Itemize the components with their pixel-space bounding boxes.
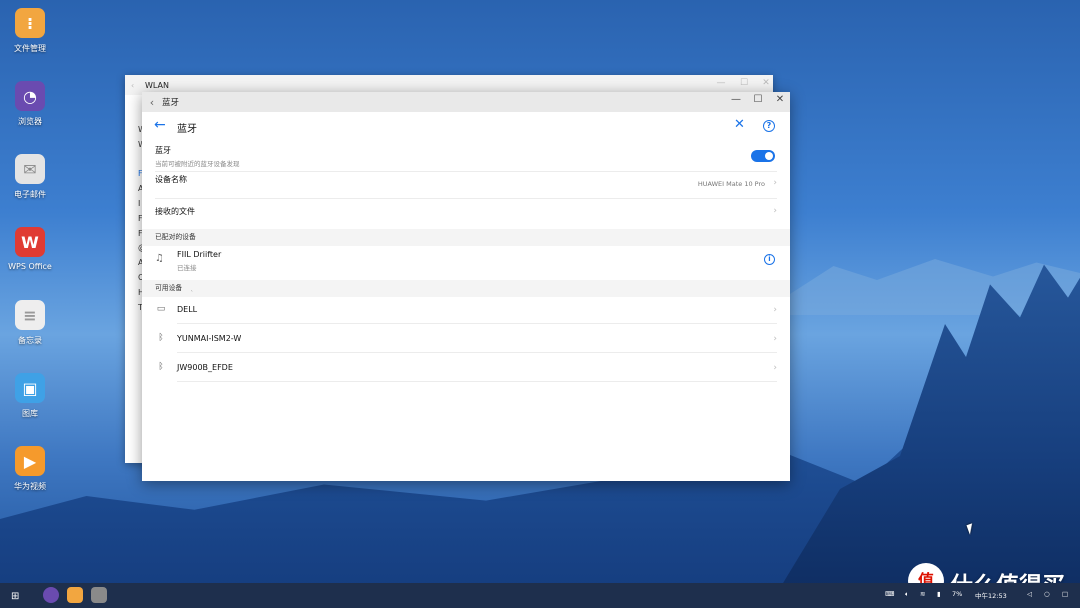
paired-device-status: 已连接: [177, 264, 197, 272]
video-icon: ▶: [15, 446, 45, 476]
volume-icon[interactable]: 🔈︎: [905, 590, 909, 599]
desktop-icon-email[interactable]: ✉ 电子邮件: [0, 154, 60, 200]
clock[interactable]: 中午12:53: [975, 590, 1007, 600]
divider: [177, 323, 777, 324]
battery-level: 7%: [952, 590, 963, 598]
start-menu-icon[interactable]: ⊞: [11, 591, 19, 602]
desktop-icon-video[interactable]: ▶ 华为视频: [0, 446, 60, 492]
bluetooth-label: 蓝牙: [155, 146, 171, 155]
paired-section-header: 已配对的设备: [142, 229, 790, 246]
gallery-icon: ▣: [15, 373, 45, 403]
available-device-name: YUNMAI-ISM2-W: [177, 334, 242, 343]
taskbar-file-manager-icon[interactable]: [67, 587, 83, 603]
divider: [155, 198, 777, 199]
bluetooth-icon: ᛒ: [158, 333, 164, 343]
device-name-row[interactable]: 设备名称 HUAWEI Mate 10 Pro ›: [155, 174, 777, 198]
battery-icon[interactable]: ▮: [937, 590, 941, 598]
laptop-icon: ▭: [156, 304, 166, 314]
available-device-name: JW900B_EFDE: [177, 363, 233, 372]
bluetooth-toggle-row[interactable]: 蓝牙 当前可被附近的蓝牙设备发现: [155, 145, 777, 171]
device-name-value: HUAWEI Mate 10 Pro: [697, 180, 765, 188]
page-header: ← 蓝牙 ✕ ?: [142, 112, 790, 140]
close-icon[interactable]: ✕: [734, 117, 745, 132]
chevron-right-icon: ›: [773, 178, 777, 188]
chevron-right-icon: ›: [773, 206, 777, 216]
close-icon[interactable]: ✕: [772, 94, 788, 105]
chevron-right-icon: ›: [773, 363, 777, 373]
chevron-right-icon: ›: [773, 305, 777, 315]
desktop-icon-gallery[interactable]: ▣ 图库: [0, 373, 60, 419]
desktop-icon-browser[interactable]: ◔ 浏览器: [0, 81, 60, 127]
paired-device-name: FIIL Driifter: [177, 250, 222, 259]
maximize-icon[interactable]: ☐: [750, 94, 766, 105]
paired-device-row[interactable]: ♫ FIIL Driifter 已连接 i: [155, 248, 777, 278]
notes-icon: ≡: [15, 300, 45, 330]
scanning-spinner-icon: ˎ: [190, 284, 194, 292]
divider: [155, 171, 777, 172]
bluetooth-window[interactable]: ‹ 蓝牙 — ☐ ✕ ← 蓝牙 ✕ ? 蓝牙 当前可被附近的蓝牙设备发现 设备名…: [142, 92, 790, 481]
minimize-icon[interactable]: —: [713, 78, 729, 88]
maximize-icon[interactable]: ☐: [736, 78, 752, 88]
wps-icon: W: [15, 227, 45, 257]
bluetooth-titlebar[interactable]: ‹ 蓝牙 — ☐ ✕: [142, 92, 790, 112]
close-icon[interactable]: ✕: [758, 78, 774, 88]
bluetooth-toggle[interactable]: [751, 150, 775, 162]
wifi-icon[interactable]: ≋: [920, 590, 925, 598]
minimize-icon[interactable]: —: [728, 94, 744, 105]
bluetooth-subtitle: 当前可被附近的蓝牙设备发现: [155, 160, 240, 168]
received-files-row[interactable]: 接收的文件 ›: [155, 206, 777, 228]
available-device-row[interactable]: ▭ DELL ›: [155, 296, 777, 324]
desktop-icon-wps[interactable]: W WPS Office: [0, 227, 60, 271]
browser-icon: ◔: [15, 81, 45, 111]
desktop-icon-notes[interactable]: ≡ 备忘录: [0, 300, 60, 346]
available-device-name: DELL: [177, 305, 198, 314]
bluetooth-icon: ᛒ: [158, 362, 164, 372]
page-title: 蓝牙: [177, 124, 197, 135]
keyboard-icon[interactable]: ⌨: [885, 590, 894, 598]
divider: [177, 381, 777, 382]
wlan-title: WLAN: [145, 80, 170, 90]
help-icon[interactable]: ?: [763, 120, 775, 132]
desktop-icon-file-manager[interactable]: ⁝ 文件管理: [0, 8, 60, 54]
taskbar: ⊞ ⌨ 🔈︎ ≋ ▮ 7% 中午12:53 ◁ ○ □: [0, 583, 1080, 608]
recents-nav-icon[interactable]: □: [1062, 590, 1068, 598]
headphones-icon: ♫: [155, 253, 164, 264]
divider: [177, 352, 777, 353]
home-nav-icon[interactable]: ○: [1044, 590, 1050, 598]
available-section-header: 可用设备 ˎ: [142, 280, 790, 297]
device-name-label: 设备名称: [155, 175, 187, 184]
back-arrow-icon[interactable]: ‹: [131, 81, 134, 90]
email-icon: ✉: [15, 154, 45, 184]
back-nav-icon[interactable]: ◁: [1027, 590, 1032, 598]
info-icon[interactable]: i: [764, 254, 775, 265]
back-arrow-icon[interactable]: ←: [154, 117, 166, 133]
file-manager-icon: ⁝: [15, 8, 45, 38]
available-device-row[interactable]: ᛒ YUNMAI-ISM2-W ›: [155, 325, 777, 353]
taskbar-settings-icon[interactable]: [91, 587, 107, 603]
titlebar-back-icon[interactable]: ‹: [142, 96, 162, 109]
titlebar-title: 蓝牙: [162, 98, 180, 108]
available-device-row[interactable]: ᛒ JW900B_EFDE ›: [155, 354, 777, 382]
available-section-label: 可用设备: [155, 284, 183, 292]
received-files-label: 接收的文件: [155, 207, 195, 216]
chevron-right-icon: ›: [773, 334, 777, 344]
taskbar-browser-icon[interactable]: [43, 587, 59, 603]
